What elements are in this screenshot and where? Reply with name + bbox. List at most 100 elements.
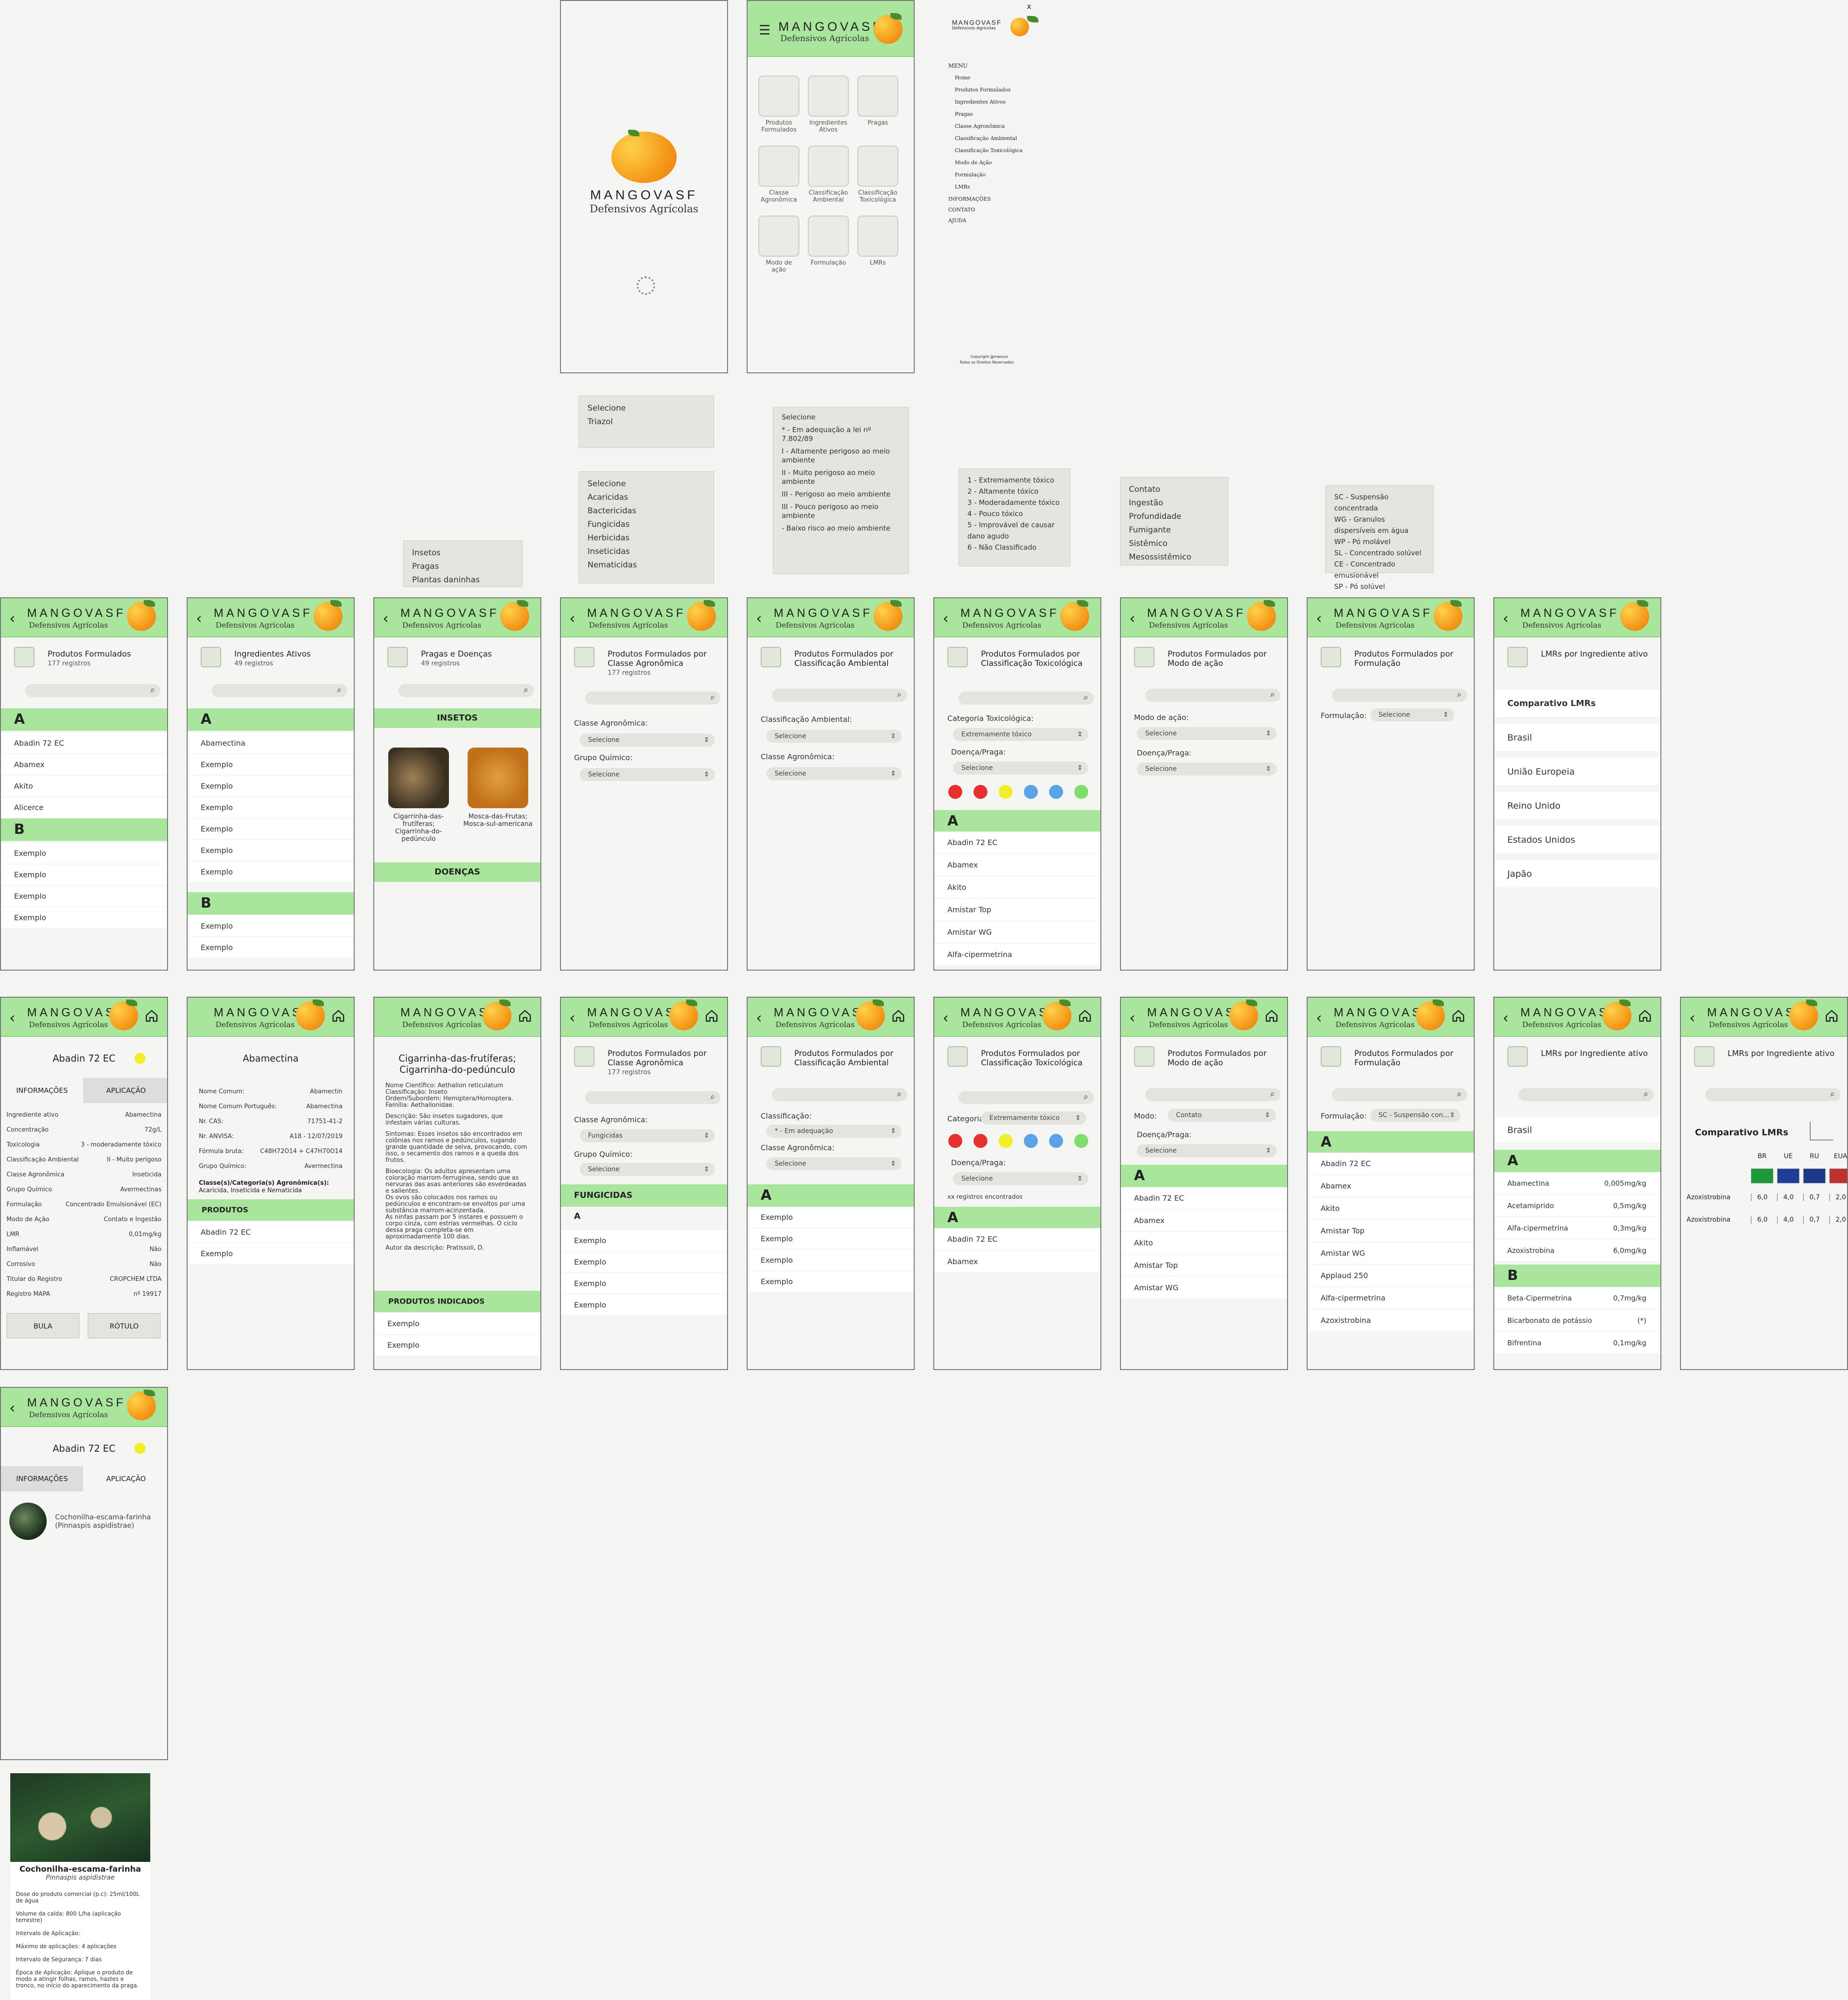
back-arrow-icon[interactable]: ‹	[9, 609, 15, 627]
list-item[interactable]: Exemplo	[188, 937, 354, 958]
search-input[interactable]	[585, 692, 721, 705]
select-dropdown[interactable]: Selecione	[1137, 727, 1277, 740]
home-tile[interactable]: Ingredientes Ativos	[807, 76, 849, 133]
list-item[interactable]: Akito	[1308, 1197, 1474, 1220]
list-item[interactable]: Exemplo	[561, 1294, 727, 1316]
tox-filter-dot[interactable]	[999, 1134, 1013, 1148]
list-item[interactable]: Exemplo	[748, 1271, 914, 1293]
search-input[interactable]	[1145, 689, 1281, 702]
section-doencas[interactable]: DOENÇAS	[374, 862, 540, 882]
home-icon[interactable]	[518, 1009, 532, 1023]
hamburger-menu-icon[interactable]: ☰	[759, 22, 770, 38]
list-item[interactable]: Amistar Top	[934, 899, 1100, 921]
list-item[interactable]: Exemplo	[561, 1252, 727, 1273]
home-icon[interactable]	[145, 1009, 159, 1023]
menu-item[interactable]: Home	[955, 75, 970, 81]
back-arrow-icon[interactable]: ‹	[9, 1009, 15, 1027]
lmr-row[interactable]: Comparativo LMRs	[1494, 690, 1660, 718]
menu-item[interactable]: Classificação Toxicológica	[955, 147, 1022, 154]
list-item[interactable]: Abadin 72 EC	[934, 1228, 1100, 1251]
home-tile[interactable]: Produtos Formulados	[758, 76, 800, 133]
dropdown-option[interactable]: SP - Pó solúvel	[1334, 581, 1425, 592]
list-item[interactable]: Amistar WG	[1308, 1242, 1474, 1265]
tab-aplicacao[interactable]: APLICAÇÃO	[83, 1466, 167, 1491]
dropdown-option[interactable]: Acaricidas	[588, 491, 705, 504]
list-item[interactable]: Exemplo	[188, 861, 354, 883]
list-item[interactable]: Exemplo	[1, 886, 167, 907]
menu-item[interactable]: Produtos Formulados	[955, 87, 1010, 93]
menu-section[interactable]: CONTATO	[948, 207, 975, 213]
dropdown-option[interactable]: III - Perigoso ao meio ambiente	[782, 490, 900, 499]
back-arrow-icon[interactable]: ‹	[1316, 609, 1322, 627]
tox-filter-dot[interactable]	[1049, 1134, 1063, 1148]
dropdown-option[interactable]: Bactericidas	[588, 504, 705, 518]
list-item[interactable]: Abadin 72 EC	[1121, 1187, 1287, 1210]
home-icon[interactable]	[1825, 1009, 1839, 1023]
back-arrow-icon[interactable]: ‹	[1316, 1009, 1322, 1027]
list-item[interactable]: Abadin 72 EC	[188, 1222, 354, 1243]
select-dropdown[interactable]: Selecione	[953, 1172, 1088, 1185]
menu-item[interactable]: Ingredientes Ativos	[955, 99, 1006, 105]
select-dropdown[interactable]: SC - Suspensão con...	[1370, 1109, 1461, 1122]
dropdown-option[interactable]: Contato	[1129, 483, 1219, 497]
home-icon[interactable]	[331, 1009, 345, 1023]
list-item[interactable]: Abamectina	[188, 733, 354, 754]
tab-informacoes[interactable]: INFORMAÇÕES	[1, 1466, 83, 1491]
dropdown-option[interactable]: SL - Concentrado solúvel	[1334, 547, 1425, 559]
tox-filter-dot[interactable]	[948, 785, 962, 799]
dropdown-option[interactable]: 4 - Pouco tóxico	[967, 508, 1062, 519]
home-tile[interactable]: Classificação Toxicológica	[857, 146, 899, 203]
back-arrow-icon[interactable]: ‹	[756, 1009, 762, 1027]
back-arrow-icon[interactable]: ‹	[1129, 1009, 1135, 1027]
back-arrow-icon[interactable]: ‹	[1689, 1009, 1695, 1027]
search-input[interactable]	[772, 1088, 907, 1101]
list-item[interactable]: Applaud 250	[1308, 1265, 1474, 1287]
lmr-row[interactable]: Bifrentina 0,1mg/kg	[1494, 1332, 1660, 1354]
dropdown-option[interactable]: Fungicidas	[588, 518, 705, 531]
tox-filter-dot[interactable]	[1074, 1134, 1088, 1148]
dropdown-option[interactable]: Insetos	[412, 546, 514, 560]
tox-filter-dot[interactable]	[1049, 785, 1063, 799]
list-item[interactable]: Exemplo	[748, 1250, 914, 1271]
dropdown-option[interactable]: Plantas daninhas	[412, 573, 514, 587]
search-input[interactable]	[772, 689, 907, 702]
list-item[interactable]: Exemplo	[188, 916, 354, 937]
dropdown-option[interactable]: 3 - Moderadamente tóxico	[967, 497, 1062, 508]
select-dropdown[interactable]: Selecione	[766, 767, 902, 780]
dropdown-option[interactable]: Selecione	[588, 477, 705, 491]
select-dropdown[interactable]: Selecione	[766, 1157, 902, 1170]
dropdown-option[interactable]: WP - Pó molável	[1334, 536, 1425, 547]
dropdown-option[interactable]: Selecione	[588, 402, 705, 415]
select-dropdown[interactable]: Extremamente tóxico	[981, 1112, 1086, 1125]
list-item[interactable]: Exemplo	[748, 1207, 914, 1228]
menu-item[interactable]: Classificação Ambiental	[955, 135, 1017, 141]
back-arrow-icon[interactable]: ‹	[1503, 1009, 1509, 1027]
select-dropdown[interactable]: Selecione	[580, 1163, 715, 1176]
back-arrow-icon[interactable]: ‹	[1503, 609, 1509, 627]
back-arrow-icon[interactable]: ‹	[9, 1399, 15, 1417]
menu-item[interactable]: Pragas	[955, 111, 973, 117]
back-arrow-icon[interactable]: ‹	[196, 609, 202, 627]
lmr-row[interactable]: Brasil	[1494, 724, 1660, 752]
tox-filter-dot[interactable]	[999, 785, 1013, 799]
dropdown-option[interactable]: Profundidade	[1129, 510, 1219, 524]
home-tile[interactable]: Formulação	[807, 216, 849, 266]
menu-item[interactable]: Classe Agronômica	[955, 123, 1005, 129]
list-item[interactable]: Exemplo	[561, 1273, 727, 1294]
home-icon[interactable]	[1078, 1009, 1092, 1023]
tox-filter-dot[interactable]	[1074, 785, 1088, 799]
select-dropdown[interactable]: Selecione	[1137, 1144, 1277, 1157]
tox-filter-dot[interactable]	[1024, 1134, 1038, 1148]
home-icon[interactable]	[705, 1009, 719, 1023]
home-tile[interactable]: Modo de ação	[758, 216, 800, 273]
dropdown-option[interactable]: Nematicidas	[588, 559, 705, 572]
tox-filter-dot[interactable]	[973, 1134, 987, 1148]
list-item[interactable]: Exemplo	[188, 797, 354, 818]
list-item[interactable]: Abamex	[1, 754, 167, 776]
dropdown-option[interactable]: Pragas	[412, 560, 514, 573]
list-item[interactable]: Akito	[1, 776, 167, 797]
list-item[interactable]: Alfa-cipermetrina	[934, 944, 1100, 966]
list-item[interactable]: Exemplo	[1, 907, 167, 929]
list-item[interactable]: Azoxistrobina	[1308, 1309, 1474, 1332]
list-item[interactable]: Amistar Top	[1308, 1220, 1474, 1242]
